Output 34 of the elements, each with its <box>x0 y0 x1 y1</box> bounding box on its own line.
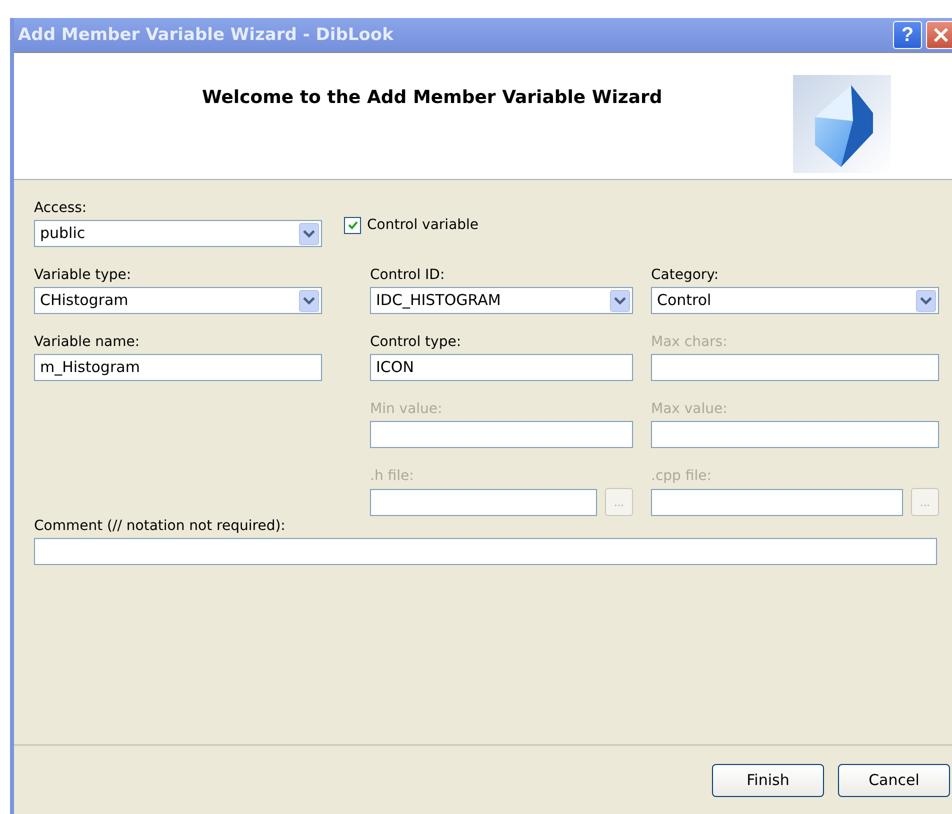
field-label: Min value: <box>370 401 442 417</box>
field-label: .cpp file: <box>651 468 712 484</box>
dropdown-field[interactable]: IDC_HISTOGRAM <box>370 287 633 314</box>
field-label: Category: <box>651 267 719 283</box>
field-label: Max value: <box>651 401 728 417</box>
field-label: Comment (// notation not required): <box>34 518 286 534</box>
field-label: Variable name: <box>34 334 140 350</box>
dialog-button[interactable]: Cancel <box>838 764 950 796</box>
input-field[interactable] <box>651 354 939 381</box>
field-label: Control type: <box>370 334 462 350</box>
field-label: Max chars: <box>651 334 728 350</box>
input-field[interactable] <box>651 421 939 448</box>
input-field[interactable] <box>370 488 597 516</box>
wizard-heading: Welcome to the Add Member Variable Wizard <box>202 87 662 109</box>
dropdown-field[interactable]: CHistogram <box>34 287 322 314</box>
dropdown-field[interactable]: public <box>34 220 322 247</box>
window-title: Add Member Variable Wizard - DibLook <box>18 25 394 45</box>
input-field[interactable] <box>651 488 903 516</box>
field-label: .h file: <box>370 468 414 484</box>
close-button[interactable] <box>926 21 952 49</box>
checkmark-icon <box>346 219 358 231</box>
input-field[interactable]: m_Histogram <box>34 354 322 381</box>
field-label: Control ID: <box>370 267 445 283</box>
input-field[interactable] <box>34 538 937 565</box>
crystal-icon <box>793 75 891 173</box>
field-label: Access: <box>34 200 87 216</box>
dialog-button[interactable]: Finish <box>712 764 824 796</box>
field-label: Variable type: <box>34 267 132 283</box>
checkbox-label: Control variable <box>367 217 479 233</box>
input-field[interactable]: ICON <box>370 354 633 381</box>
dropdown-field[interactable]: Control <box>651 287 939 314</box>
input-field[interactable] <box>370 421 633 448</box>
checkbox[interactable] <box>344 216 361 234</box>
help-button[interactable]: ? <box>893 21 922 49</box>
